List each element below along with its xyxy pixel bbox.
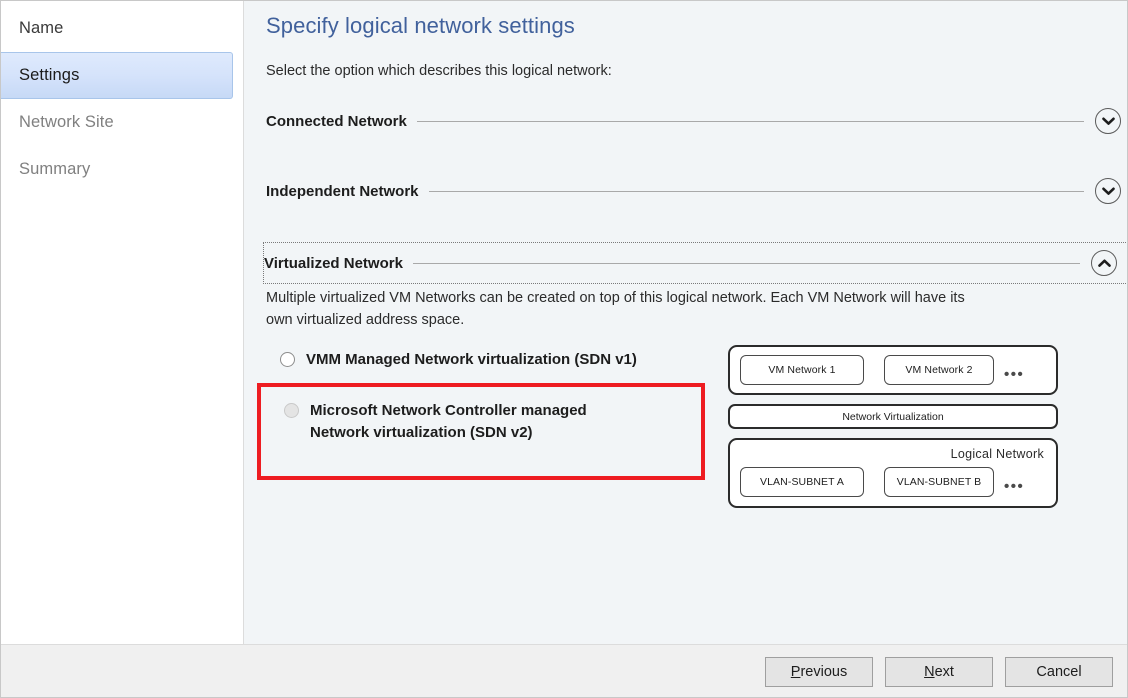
chevron-up-icon[interactable] — [1091, 250, 1117, 276]
vlan-subnet-b-box: VLAN-SUBNET B — [884, 467, 994, 497]
next-label-rest: ext — [934, 664, 954, 680]
sidebar-item-network-site[interactable]: Network Site — [1, 99, 243, 146]
sidebar-item-settings[interactable]: Settings — [1, 52, 233, 99]
cancel-button[interactable]: Cancel — [1005, 657, 1113, 687]
option-label: VMM Managed Network virtualization (SDN … — [306, 351, 637, 368]
section-connected-network: Connected Network — [266, 103, 1127, 139]
page-subtitle: Select the option which describes this l… — [266, 63, 612, 79]
virtualized-network-description: Multiple virtualized VM Networks can be … — [266, 290, 965, 328]
option-sdn-v1[interactable]: VMM Managed Network virtualization (SDN … — [266, 345, 718, 371]
next-accel-key: N — [924, 664, 935, 680]
cancel-label: Cancel — [1036, 664, 1082, 680]
section-header[interactable]: Virtualized Network — [264, 245, 1125, 281]
wizard-step-sidebar: Name Settings Network Site Summary — [1, 1, 244, 644]
vm-networks-container: VM Network 1 VM Network 2 ••• — [728, 345, 1058, 395]
section-title: Virtualized Network — [264, 254, 403, 272]
chevron-down-icon[interactable] — [1095, 178, 1121, 204]
dialog-body: Name Settings Network Site Summary Speci… — [1, 1, 1127, 644]
section-title: Independent Network — [266, 182, 419, 200]
option-sdn-v2[interactable]: Microsoft Network Controller managed Net… — [261, 396, 701, 444]
option-label: Microsoft Network Controller managed Net… — [310, 402, 587, 441]
vm-network-1-box: VM Network 1 — [740, 355, 864, 385]
section-header[interactable]: Connected Network — [266, 103, 1127, 139]
previous-button[interactable]: Previous — [765, 657, 873, 687]
page-title: Specify logical network settings — [266, 13, 575, 38]
section-title: Connected Network — [266, 112, 407, 130]
previous-label-rest: revious — [800, 664, 848, 680]
network-type-sections: Connected Network Independent Network Vi… — [244, 103, 1127, 508]
wizard-content-pane: Specify logical network settings Select … — [244, 1, 1127, 644]
section-virtualized-network: Virtualized Network — [263, 242, 1127, 284]
chevron-down-icon[interactable] — [1095, 108, 1121, 134]
section-rule — [428, 190, 1084, 192]
section-rule — [412, 262, 1080, 264]
vm-networks-ellipsis: ••• — [1004, 365, 1025, 383]
sidebar-item-label: Network Site — [19, 113, 114, 131]
sidebar-item-label: Summary — [19, 160, 91, 178]
logical-network-container: Logical Network VLAN-SUBNET A VLAN-SUBNE… — [728, 438, 1058, 508]
virtualization-options: VMM Managed Network virtualization (SDN … — [257, 345, 1127, 508]
radio-button-sdn-v1[interactable] — [280, 352, 295, 367]
network-architecture-diagram: VM Network 1 VM Network 2 ••• Network Vi… — [728, 345, 1058, 508]
section-independent-network: Independent Network — [266, 173, 1127, 209]
vlan-subnet-row: VLAN-SUBNET A VLAN-SUBNET B ••• — [740, 467, 1044, 497]
section-header[interactable]: Independent Network — [266, 173, 1127, 209]
logical-network-label: Logical Network — [950, 447, 1044, 461]
sidebar-item-label: Settings — [19, 66, 80, 84]
vlan-subnets-ellipsis: ••• — [1004, 477, 1025, 495]
wizard-dialog: Name Settings Network Site Summary Speci… — [0, 0, 1128, 698]
next-button[interactable]: Next — [885, 657, 993, 687]
sidebar-item-label: Name — [19, 19, 64, 37]
vlan-subnet-a-box: VLAN-SUBNET A — [740, 467, 864, 497]
radio-button-sdn-v2[interactable] — [284, 403, 299, 418]
section-rule — [416, 120, 1084, 122]
sidebar-item-summary[interactable]: Summary — [1, 146, 243, 193]
highlight-annotation-box: Microsoft Network Controller managed Net… — [257, 383, 705, 480]
sidebar-item-name[interactable]: Name — [1, 5, 243, 52]
dialog-footer: Previous Next Cancel — [1, 644, 1127, 697]
vm-network-2-box: VM Network 2 — [884, 355, 994, 385]
options-column: VMM Managed Network virtualization (SDN … — [257, 345, 718, 508]
network-virtualization-layer: Network Virtualization — [728, 404, 1058, 429]
previous-accel-key: P — [790, 664, 801, 680]
